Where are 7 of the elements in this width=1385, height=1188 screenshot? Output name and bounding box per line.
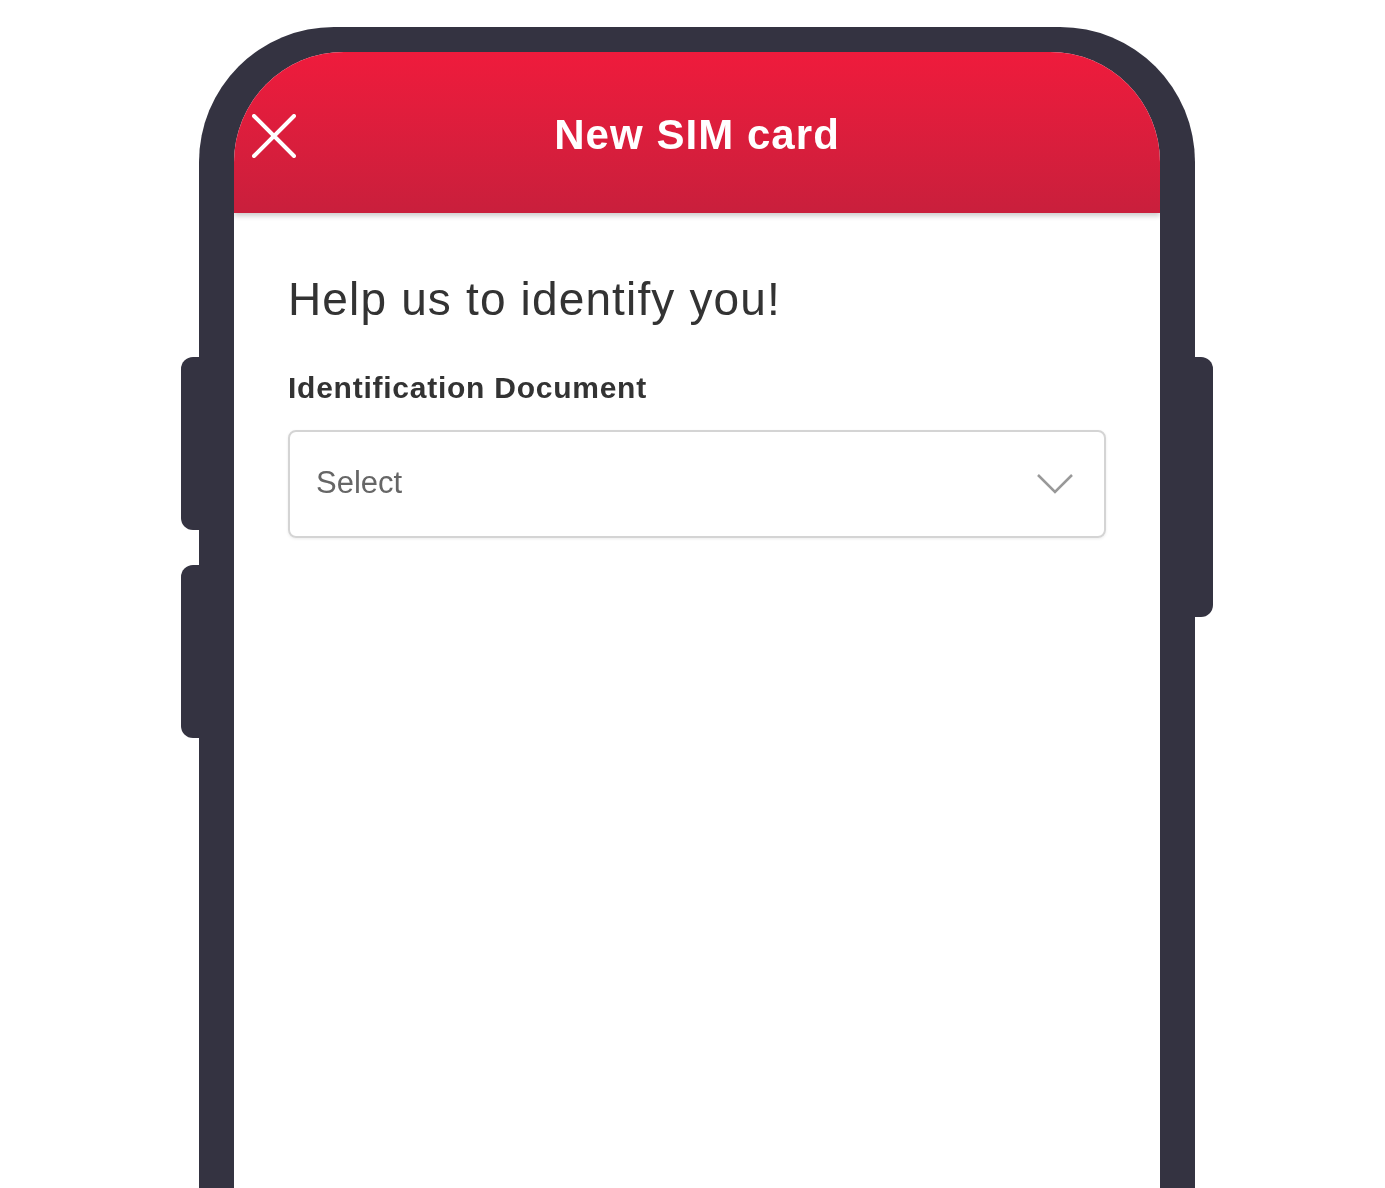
close-icon bbox=[252, 114, 296, 158]
close-button[interactable] bbox=[250, 112, 298, 160]
screen-title: New SIM card bbox=[554, 110, 840, 160]
chevron-down-icon bbox=[1036, 472, 1074, 495]
field-label: Identification Document bbox=[288, 369, 648, 406]
page-heading: Help us to identify you! bbox=[288, 272, 782, 327]
dropdown-field[interactable]: Select bbox=[288, 429, 1106, 538]
